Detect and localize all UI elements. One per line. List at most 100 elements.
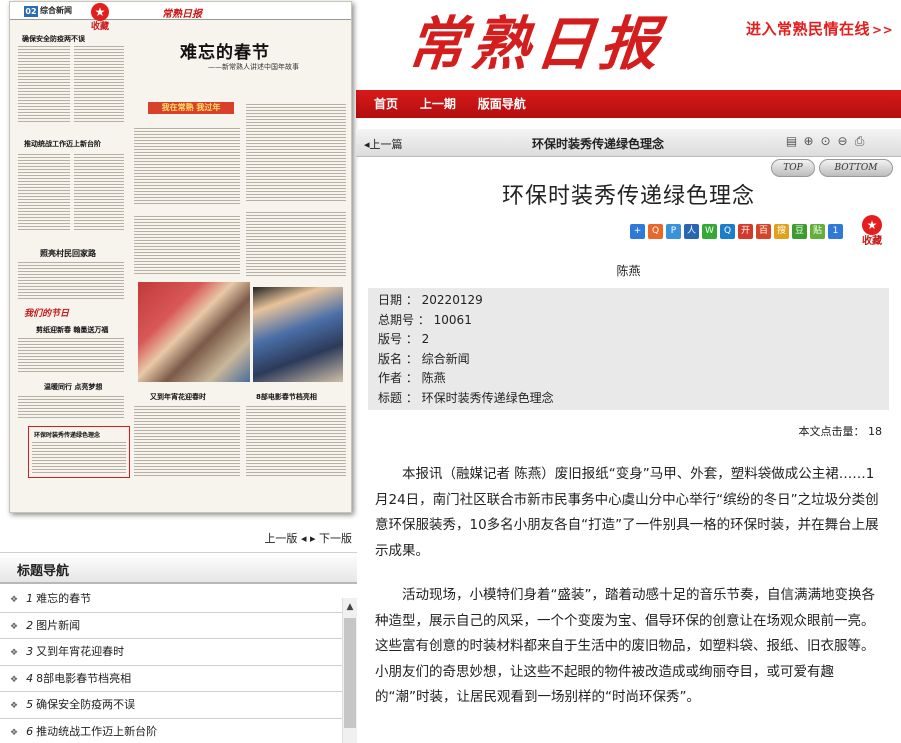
page-column-text — [134, 404, 240, 478]
page-headline[interactable]: 剪纸迎新春 翰墨送万福 — [36, 325, 108, 335]
page-section-logo: 我们的节日 — [24, 309, 70, 319]
share-weibo-icon[interactable]: P — [666, 224, 681, 239]
next-arrow-icon[interactable]: ▸ — [310, 532, 316, 545]
current-article-highlight[interactable] — [28, 426, 130, 478]
newspaper-panel: 02 综合新闻 常熟日报 ★ 收藏 难忘的春节 ——新常熟人讲述中国年故事 确保… — [0, 0, 356, 548]
page-headline[interactable]: 推动统战工作迈上新台阶 — [24, 139, 101, 149]
title-nav-list: ❖ 1 难忘的春节 ❖ 2 图片新闻 ❖ 3 又到年宵花迎春时 ❖ 4 8部电影春节档亮相 ❖ 5… — [0, 586, 342, 743]
bullet-icon: ❖ — [10, 701, 19, 711]
meta-row-issue: 总期号 ： 10061 — [378, 312, 472, 327]
star-icon: ★ — [862, 215, 882, 235]
page-section-label: 综合新闻 — [40, 6, 72, 15]
page-column-text — [18, 394, 124, 420]
share-tqq-icon[interactable]: Q — [720, 224, 735, 239]
list-item[interactable]: ❖ 1 难忘的春节 — [0, 586, 342, 613]
meta-row-title: 标题 ： 环保时装秀传递绿色理念 — [378, 390, 554, 405]
next-page-link[interactable]: 下一版 — [319, 532, 352, 545]
share-toolbar: + Q P 人 W Q 开百搜豆贴 1 — [630, 224, 846, 242]
page-column-text — [74, 152, 124, 232]
civic-online-link[interactable]: 进入常熟民情在线 >> — [746, 14, 893, 44]
page-headline[interactable]: 温暖同行 点亮梦想 — [44, 382, 102, 392]
page-column-text — [18, 44, 70, 122]
scroll-up-icon[interactable]: ▲ — [343, 600, 357, 614]
zoom-in-icon[interactable]: ⊕ — [801, 133, 816, 150]
page-favorite[interactable]: ★ 收藏 — [88, 3, 112, 35]
civic-link-label: 进入常熟民情在线 — [746, 20, 871, 38]
share-sohu-icon[interactable]: 搜 — [774, 224, 789, 239]
list-item[interactable]: ❖ 3 又到年宵花迎春时 — [0, 639, 342, 666]
article-paragraph: 活动现场，小模特们身着“盛装”，踏着动感十足的音乐节奏，自信满满地变换各种造型，… — [375, 587, 875, 705]
page-column-text — [18, 336, 124, 372]
bullet-icon: ❖ — [10, 727, 19, 738]
page-column-text — [246, 404, 346, 478]
page-lead-headline[interactable]: 难忘的春节 — [180, 38, 270, 63]
print-icon[interactable]: ⎙ — [852, 133, 867, 150]
meta-row-page: 版号 ： 2 — [378, 332, 430, 346]
nav-previous-issue[interactable]: 上一期 — [420, 90, 456, 118]
page-headline[interactable]: 又到年宵花迎春时 — [150, 392, 206, 402]
page-mini-logo: 常熟日报 — [162, 9, 202, 20]
title-nav-label: 标题导航 — [17, 564, 70, 579]
title-nav-scrollbar[interactable]: ▲ — [342, 598, 357, 743]
share-douban-icon[interactable]: 豆 — [792, 224, 807, 239]
share-kaixin-icon[interactable]: 开 — [738, 224, 753, 239]
page-lead-subline: ——新常熟人讲述中国年故事 — [208, 63, 299, 71]
page-headline[interactable]: 8部电影春节档亮相 — [256, 392, 317, 402]
toolbar-article-title: 环保时装秀传递绿色理念 — [532, 137, 665, 151]
newspaper-page-image[interactable]: 02 综合新闻 常熟日报 ★ 收藏 难忘的春节 ——新常熟人讲述中国年故事 确保… — [9, 1, 352, 513]
favorite-label: 收藏 — [90, 22, 109, 32]
page-banner: 我在常熟 我过年 — [148, 102, 234, 114]
list-item[interactable]: ❖ 6 推动统战工作迈上新台阶 — [0, 719, 342, 743]
article-paragraph: 本报讯（融媒记者 陈燕）废旧报纸“变身”马甲、外套，塑料袋做成公主裙……1月24… — [375, 466, 879, 559]
article-title: 环保时装秀传递绿色理念 — [501, 184, 755, 209]
share-tieba-icon[interactable]: 贴 — [810, 224, 825, 239]
bullet-icon: ❖ — [10, 674, 19, 685]
share-qzone-icon[interactable]: Q — [648, 224, 663, 239]
list-item[interactable]: ❖ 5 确保安全防疫两不误 — [0, 692, 342, 719]
article-toolbar: ◂上一篇 环保时装秀传递绿色理念 ▤ ⊕ ⊙ ⊖ ⎙ — [356, 129, 901, 157]
site-logo[interactable]: 常熟日报 — [404, 6, 668, 82]
double-chevron-icon: >> — [872, 23, 894, 37]
prev-article-link[interactable]: ◂上一篇 — [364, 136, 403, 152]
page-header-strip: 02 综合新闻 常熟日报 — [10, 2, 351, 20]
page-column-text — [246, 210, 346, 278]
nav-home[interactable]: 首页 — [374, 90, 398, 118]
bullet-icon: ❖ — [10, 648, 19, 658]
main-nav: 首页 上一期 版面导航 — [356, 90, 901, 118]
page-photo[interactable] — [138, 282, 250, 382]
share-renren-icon[interactable]: 人 — [684, 224, 699, 239]
article-author: 陈燕 — [616, 264, 641, 278]
page-pager: 上一版 ◂ ▸ 下一版 — [250, 530, 352, 546]
list-item[interactable]: ❖ 4 8部电影春节档亮相 — [0, 666, 342, 692]
tool-icons: ▤ ⊕ ⊙ ⊖ ⎙ — [784, 133, 869, 150]
page-headline[interactable]: 照亮村民回家路 — [40, 248, 96, 259]
scroll-bottom-button[interactable]: BOTTOM — [819, 159, 893, 177]
list-item[interactable]: ❖ 2 图片新闻 — [0, 613, 342, 639]
page-photo[interactable] — [253, 287, 343, 382]
star-icon: ★ — [91, 3, 109, 21]
share-baidu-icon[interactable]: 百 — [756, 224, 771, 239]
scroll-top-button[interactable]: TOP — [771, 159, 815, 177]
prev-arrow-icon[interactable]: ◂ — [301, 532, 307, 545]
page-column-text — [134, 126, 240, 206]
nav-page-guide[interactable]: 版面导航 — [478, 90, 526, 118]
page-column-text — [74, 44, 124, 122]
favorite-button[interactable]: ★ 收藏 — [859, 215, 885, 249]
page-column-text — [246, 102, 346, 202]
zoom-reset-icon[interactable]: ⊙ — [818, 133, 833, 150]
share-plus-icon[interactable]: + — [630, 224, 645, 239]
prev-page-link[interactable]: 上一版 — [264, 532, 297, 545]
meta-row-date: 日期 ： 20220129 — [378, 293, 483, 307]
page-number-badge: 02 — [24, 6, 38, 17]
page-headline[interactable]: 确保安全防疫两不误 — [22, 34, 85, 44]
scrollbar-thumb[interactable] — [344, 618, 356, 728]
bullet-icon: ❖ — [10, 595, 19, 605]
zoom-out-icon[interactable]: ⊖ — [835, 133, 850, 150]
page-column-text — [134, 214, 240, 274]
page-column-text — [18, 152, 70, 232]
favorite-label: 收藏 — [862, 236, 882, 247]
share-count-icon[interactable]: 1 — [828, 224, 843, 239]
copy-icon[interactable]: ▤ — [784, 133, 799, 150]
share-wechat-icon[interactable]: W — [702, 224, 717, 239]
bullet-icon: ❖ — [10, 621, 19, 632]
